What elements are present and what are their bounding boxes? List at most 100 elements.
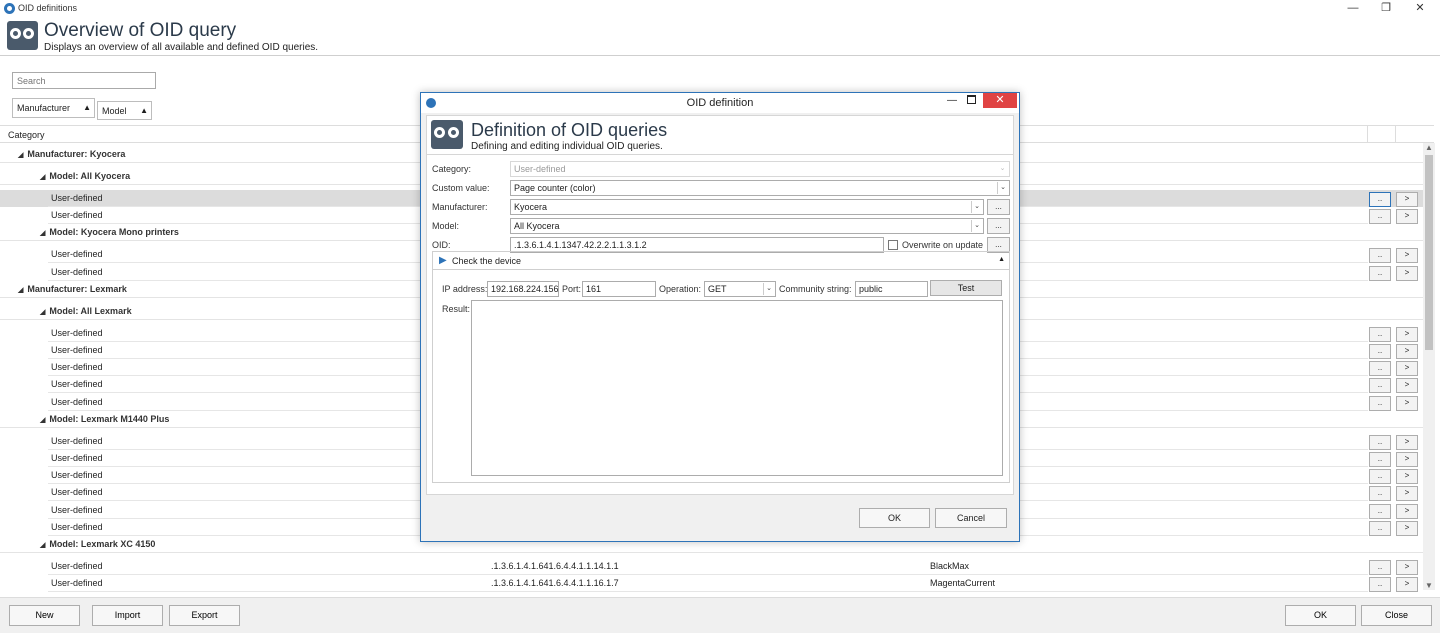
row-more-button[interactable]: .. (1369, 192, 1391, 207)
row-open-button[interactable]: > (1396, 486, 1418, 501)
ip-address-label: IP address: (442, 284, 488, 294)
row-more-button[interactable]: .. (1369, 486, 1391, 501)
scroll-thumb[interactable] (1425, 155, 1433, 350)
ip-address-input[interactable]: 192.168.224.156 (487, 281, 559, 297)
row-more-button[interactable]: .. (1369, 577, 1391, 592)
oid-definition-dialog: OID definition — ✕ Definition of OID que… (420, 92, 1020, 542)
dialog-minimize-button[interactable]: — (947, 95, 957, 106)
row-open-button[interactable]: > (1396, 469, 1418, 484)
row-more-button[interactable]: .. (1369, 266, 1391, 281)
row-category: User-defined (51, 249, 103, 259)
row-more-button[interactable]: .. (1369, 248, 1391, 263)
chevron-down-icon[interactable]: ⌄ (763, 283, 774, 295)
model-select[interactable]: All Kyocera ⌄ (510, 218, 984, 234)
row-more-button[interactable]: .. (1369, 396, 1391, 411)
row-category: User-defined (51, 267, 103, 277)
row-more-button[interactable]: .. (1369, 560, 1391, 575)
window-close-button[interactable]: ✕ (1405, 1, 1435, 16)
dialog-close-button[interactable]: ✕ (983, 93, 1017, 108)
table-row[interactable]: .1.3.6.1.4.1.641.6.4.4.1.1.16.1.7 Magenta… (0, 575, 1424, 592)
row-open-button[interactable]: > (1396, 209, 1418, 224)
row-more-button[interactable]: .. (1369, 327, 1391, 342)
group-title: ◢ Model: All Kyocera (40, 171, 130, 181)
row-more-button[interactable]: .. (1369, 452, 1391, 467)
row-open-button[interactable]: > (1396, 266, 1418, 281)
collapse-icon[interactable]: ▲ (998, 256, 1005, 263)
overwrite-checkbox[interactable] (888, 240, 898, 250)
row-open-button[interactable]: > (1396, 577, 1418, 592)
scroll-down-icon[interactable]: ▼ (1423, 581, 1435, 590)
expand-triangle-icon[interactable]: ◢ (40, 230, 45, 237)
test-button[interactable]: Test (930, 280, 1002, 296)
row-open-button[interactable]: > (1396, 327, 1418, 342)
row-more-button[interactable]: .. (1369, 209, 1391, 224)
import-button[interactable]: Import (92, 605, 163, 626)
row-open-button[interactable]: > (1396, 248, 1418, 263)
ok-button[interactable]: OK (1285, 605, 1356, 626)
check-device-title: Check the device (452, 256, 522, 266)
table-row[interactable]: .1.3.6.1.4.1.641.6.4.4.1.1.14.1.1 BlackMa… (0, 558, 1424, 575)
operation-select[interactable]: GET ⌄ (704, 281, 776, 297)
vertical-scrollbar[interactable]: ▲ ▼ (1423, 143, 1435, 590)
row-open-button[interactable]: > (1396, 396, 1418, 411)
model-value: All Kyocera (514, 221, 560, 231)
row-open-button[interactable]: > (1396, 560, 1418, 575)
custom-value-select[interactable]: Page counter (color) ⌄ (510, 180, 1010, 196)
expand-triangle-icon[interactable]: ◢ (40, 542, 45, 549)
chevron-down-icon[interactable]: ⌄ (997, 182, 1008, 194)
check-device-header[interactable]: ▶ Check the device ▲ (433, 252, 1009, 270)
dialog-maximize-button[interactable] (967, 95, 976, 104)
group-title: ◢ Model: Lexmark M1440 Plus (40, 414, 169, 424)
edit-manufacturer-button[interactable]: ... (987, 199, 1010, 215)
row-more-button[interactable]: .. (1369, 344, 1391, 359)
row-more-button[interactable]: .. (1369, 521, 1391, 536)
row-open-button[interactable]: > (1396, 344, 1418, 359)
export-button[interactable]: Export (169, 605, 240, 626)
new-button[interactable]: New (9, 605, 80, 626)
row-open-button[interactable]: > (1396, 435, 1418, 450)
row-open-button[interactable]: > (1396, 452, 1418, 467)
row-open-button[interactable]: > (1396, 361, 1418, 376)
expand-triangle-icon[interactable]: ◢ (40, 309, 45, 316)
row-more-button[interactable]: .. (1369, 504, 1391, 519)
dialog-header-title: Definition of OID queries (471, 120, 668, 140)
row-open-button[interactable]: > (1396, 521, 1418, 536)
row-more-button[interactable]: .. (1369, 469, 1391, 484)
edit-model-button[interactable]: ... (987, 218, 1010, 234)
manufacturer-select[interactable]: Kyocera ⌄ (510, 199, 984, 215)
dialog-ok-button[interactable]: OK (859, 508, 930, 528)
row-value: MagentaCurrent (930, 578, 996, 588)
expand-triangle-icon[interactable]: ◢ (18, 287, 23, 294)
expand-triangle-icon[interactable]: ◢ (18, 152, 23, 159)
search-input[interactable] (12, 72, 156, 89)
row-value: BlackMax (930, 561, 970, 571)
row-more-button[interactable]: .. (1369, 378, 1391, 393)
port-input[interactable]: 161 (582, 281, 656, 297)
group-label: Manufacturer: Lexmark (27, 284, 127, 294)
result-textarea[interactable] (471, 300, 1003, 476)
scroll-up-icon[interactable]: ▲ (1423, 143, 1435, 152)
dialog-cancel-button[interactable]: Cancel (935, 508, 1007, 528)
row-category: User-defined (51, 328, 103, 338)
manufacturer-filter[interactable]: Manufacturer ▲ (12, 98, 95, 118)
category-column-header[interactable]: Category (8, 130, 45, 140)
chevron-down-icon[interactable]: ⌄ (971, 220, 982, 232)
expand-triangle-icon[interactable]: ◢ (40, 417, 45, 424)
play-icon: ▶ (439, 255, 447, 266)
minimize-button[interactable]: — (1338, 1, 1368, 16)
row-more-button[interactable]: .. (1369, 435, 1391, 450)
row-oid: .1.3.6.1.4.1.641.6.4.4.1.1.16.1.7 (491, 578, 619, 588)
row-more-button[interactable]: .. (1369, 361, 1391, 376)
action-column-header (1367, 126, 1395, 143)
close-button[interactable]: Close (1361, 605, 1432, 626)
row-open-button[interactable]: > (1396, 378, 1418, 393)
community-string-input[interactable]: public (855, 281, 928, 297)
dialog-header-divider (427, 154, 1013, 155)
model-filter[interactable]: Model ▲ (97, 101, 152, 120)
expand-triangle-icon[interactable]: ◢ (40, 174, 45, 181)
oid-header-icon (7, 21, 38, 50)
chevron-down-icon[interactable]: ⌄ (971, 201, 982, 213)
row-open-button[interactable]: > (1396, 192, 1418, 207)
row-open-button[interactable]: > (1396, 504, 1418, 519)
restore-button[interactable]: ❐ (1371, 1, 1401, 16)
